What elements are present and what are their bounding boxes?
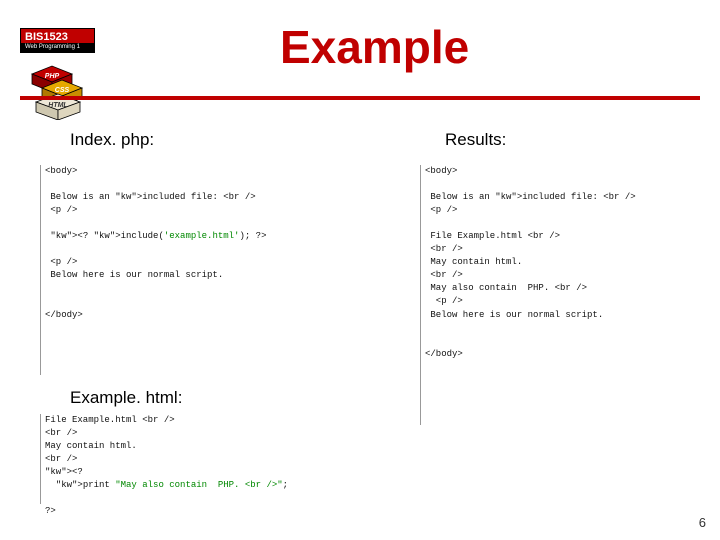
svg-text:HTML: HTML (48, 102, 67, 109)
legos-icon: PHP CSS HTML (28, 60, 88, 120)
course-title: Web Programming 1 (20, 43, 95, 53)
label-index-php: Index. php: (70, 130, 154, 150)
slide-title: Example (280, 20, 469, 74)
title-underline (20, 96, 700, 100)
course-header: BIS1523 Web Programming 1 (20, 28, 95, 53)
label-results: Results: (445, 130, 506, 150)
page-number: 6 (699, 515, 706, 530)
code-example-html: File Example.html <br /> <br /> May cont… (40, 414, 380, 504)
svg-text:PHP: PHP (45, 73, 60, 80)
svg-text:CSS: CSS (55, 87, 70, 94)
code-results: <body> Below is an "kw">included file: <… (420, 165, 690, 425)
course-code: BIS1523 (20, 28, 95, 43)
label-example-html: Example. html: (70, 388, 182, 408)
code-index-php: <body> Below is an "kw">included file: <… (40, 165, 380, 375)
